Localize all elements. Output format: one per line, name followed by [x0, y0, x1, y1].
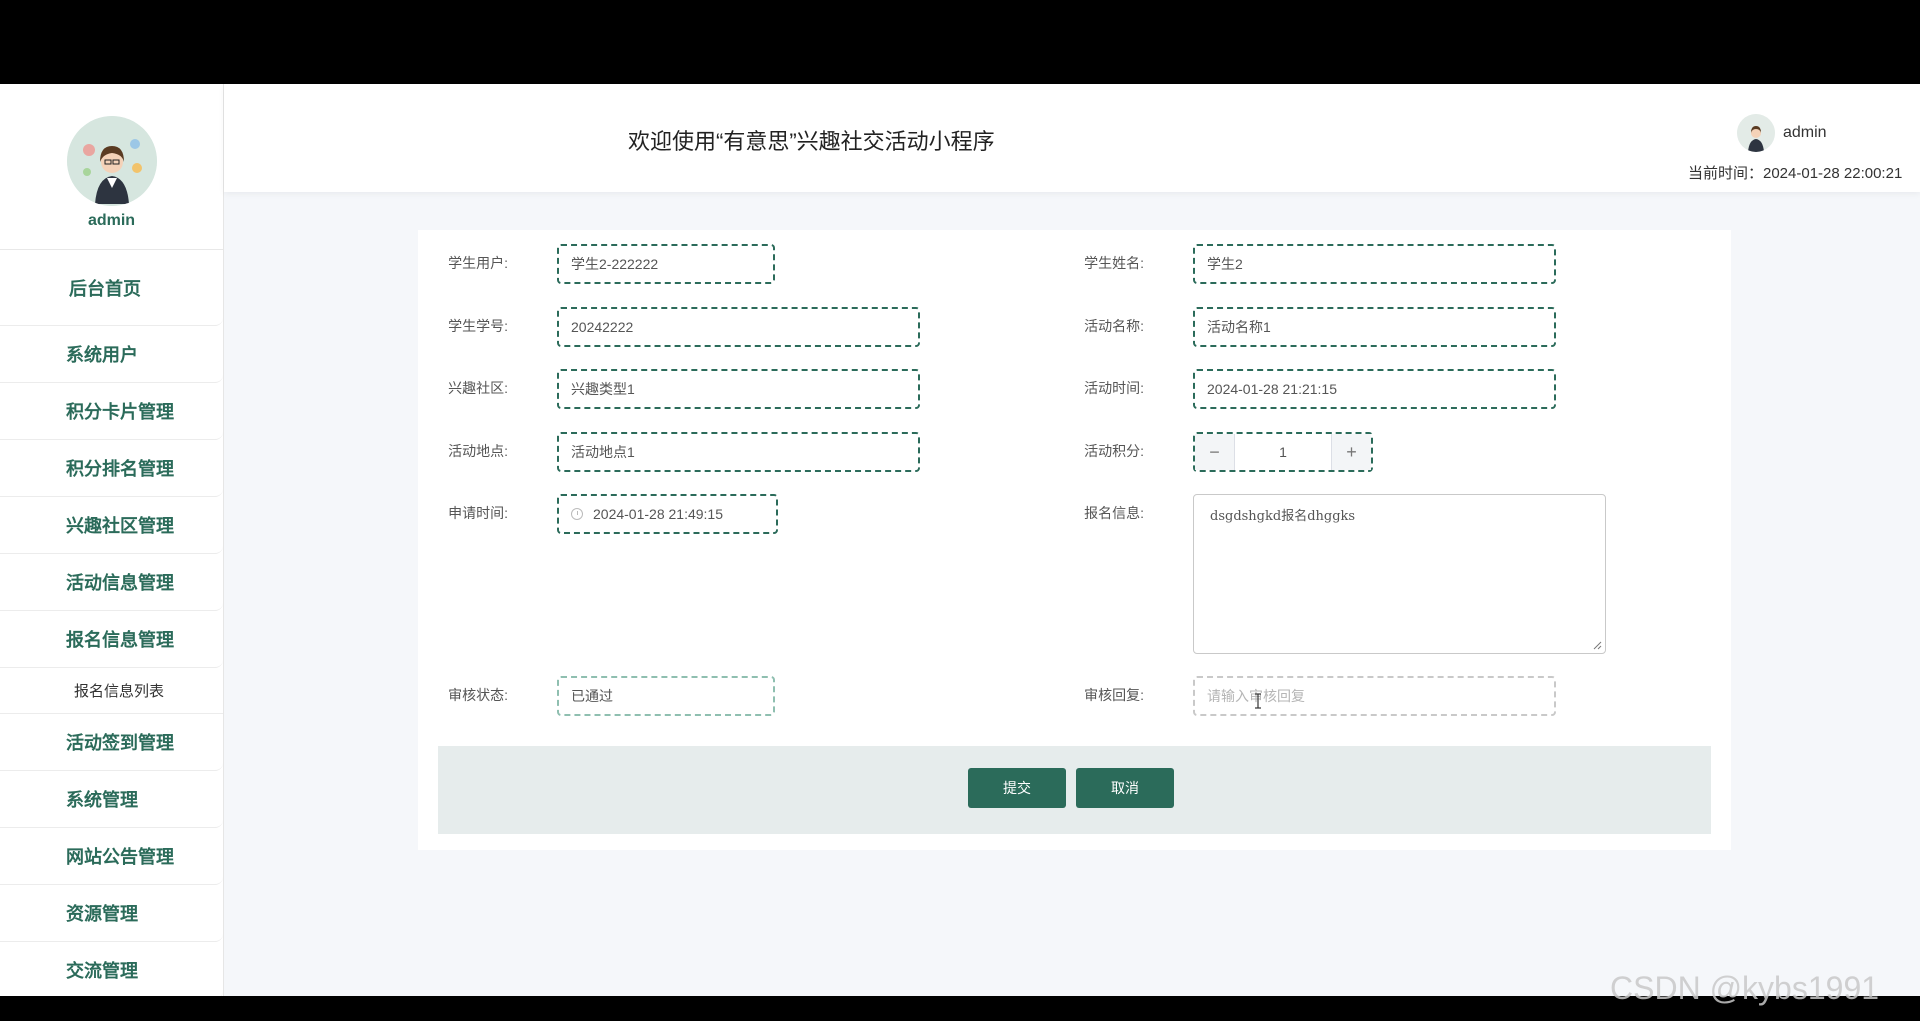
sidebar-item-community[interactable]: 兴趣社区管理	[0, 497, 223, 554]
points-label: 活动积分:	[1084, 443, 1144, 459]
student-user-field[interactable]: 学生2-222222	[557, 244, 775, 284]
sidebar-item-label: 报名信息管理	[66, 630, 174, 650]
sidebar-item-checkin[interactable]: 活动签到管理	[0, 714, 223, 771]
sidebar-item-label: 系统管理	[66, 790, 138, 810]
sidebar-item-activity-info[interactable]: 活动信息管理	[0, 554, 223, 611]
sidebar-item-label: 兴趣社区管理	[66, 516, 174, 536]
location-label: 活动地点:	[448, 443, 508, 459]
points-value[interactable]: 1	[1235, 434, 1331, 470]
sidebar-item-announcements[interactable]: 网站公告管理	[0, 828, 223, 885]
cancel-button[interactable]: 取消	[1076, 768, 1174, 808]
signup-info-label: 报名信息:	[1084, 505, 1144, 521]
text-cursor-icon	[1255, 693, 1261, 709]
activity-time-field[interactable]: 2024-01-28 21:21:15	[1193, 369, 1556, 409]
activity-name-field[interactable]: 活动名称1	[1193, 307, 1556, 347]
sidebar: admin 后台首页 系统用户 积分卡片管理 积分排名管理 兴趣社区管理 活动信…	[0, 84, 224, 996]
signup-info-value: dsgdshgkd报名dhggks	[1210, 509, 1356, 524]
sidebar-item-label: 资源管理	[66, 904, 138, 924]
sidebar-item-label: 积分排名管理	[66, 459, 174, 479]
page-title: 欢迎使用“有意思”兴趣社交活动小程序	[628, 129, 995, 154]
avatar	[66, 116, 157, 206]
sidebar-item-signup-info[interactable]: 报名信息管理	[0, 611, 223, 668]
community-label: 兴趣社区:	[448, 380, 508, 396]
screen-top-bar	[0, 0, 1920, 84]
sidebar-item-points-ranking[interactable]: 积分排名管理	[0, 440, 223, 497]
header-user[interactable]: admin	[1737, 114, 1827, 152]
sidebar-item-forum[interactable]: 交流管理	[0, 942, 223, 996]
sidebar-username: admin	[87, 212, 136, 229]
clock-icon	[571, 508, 583, 520]
review-status-label: 审核状态:	[448, 687, 508, 703]
sidebar-item-label: 积分卡片管理	[66, 402, 174, 422]
user-avatar-icon	[66, 116, 157, 206]
resize-handle-icon[interactable]	[1592, 640, 1602, 650]
sidebar-item-home[interactable]: 后台首页	[0, 250, 223, 326]
review-status-field[interactable]: 已通过	[557, 676, 775, 716]
review-reply-label: 审核回复:	[1084, 687, 1144, 703]
sidebar-item-points-cards[interactable]: 积分卡片管理	[0, 383, 223, 440]
user-avatar-icon	[1737, 114, 1775, 152]
sidebar-item-label: 网站公告管理	[66, 847, 174, 867]
sidebar-item-label: 活动签到管理	[66, 733, 174, 753]
page-header: 欢迎使用“有意思”兴趣社交活动小程序 admin 当前时间：2024-01-28…	[224, 84, 1920, 192]
review-reply-input[interactable]: 请输入审核回复	[1193, 676, 1556, 716]
plus-icon[interactable]: +	[1331, 434, 1371, 470]
points-stepper[interactable]: − 1 +	[1193, 432, 1373, 472]
sidebar-item-label: 交流管理	[66, 961, 138, 981]
apply-time-field[interactable]: 2024-01-28 21:49:15	[557, 494, 778, 534]
community-field[interactable]: 兴趣类型1	[557, 369, 920, 409]
student-no-field[interactable]: 20242222	[557, 307, 920, 347]
sidebar-item-system[interactable]: 系统管理	[0, 771, 223, 828]
apply-time-label: 申请时间:	[448, 505, 508, 521]
signup-detail-form: 学生用户: 学生2-222222 学生姓名: 学生2 学生学号: 2024222…	[418, 230, 1731, 850]
activity-time-label: 活动时间:	[1084, 380, 1144, 396]
sidebar-item-label: 系统用户	[66, 345, 138, 365]
current-time: 当前时间：2024-01-28 22:00:21	[1688, 165, 1903, 182]
sidebar-item-label: 后台首页	[69, 278, 141, 299]
app-window: admin 后台首页 系统用户 积分卡片管理 积分排名管理 兴趣社区管理 活动信…	[0, 84, 1920, 996]
sidebar-item-resources[interactable]: 资源管理	[0, 885, 223, 942]
student-name-field[interactable]: 学生2	[1193, 244, 1556, 284]
location-field[interactable]: 活动地点1	[557, 432, 920, 472]
student-no-label: 学生学号:	[448, 318, 508, 334]
minus-icon[interactable]: −	[1195, 434, 1235, 470]
form-actions: 提交 取消	[438, 746, 1711, 834]
submit-button[interactable]: 提交	[968, 768, 1066, 808]
activity-name-label: 活动名称:	[1084, 318, 1144, 334]
sidebar-subitem-label: 报名信息列表	[74, 683, 165, 700]
student-name-label: 学生姓名:	[1084, 255, 1144, 271]
student-user-label: 学生用户:	[448, 255, 508, 271]
avatar	[1737, 114, 1775, 152]
apply-time-value: 2024-01-28 21:49:15	[593, 506, 723, 522]
sidebar-subitem-signup-list[interactable]: 报名信息列表	[0, 668, 223, 714]
signup-info-textarea[interactable]: dsgdshgkd报名dhggks	[1193, 494, 1606, 654]
watermark: CSDN @kybs1991	[1610, 970, 1880, 1006]
sidebar-item-label: 活动信息管理	[66, 573, 174, 593]
sidebar-profile: admin	[0, 84, 223, 250]
sidebar-item-system-users[interactable]: 系统用户	[0, 326, 223, 383]
header-username: admin	[1783, 124, 1827, 141]
